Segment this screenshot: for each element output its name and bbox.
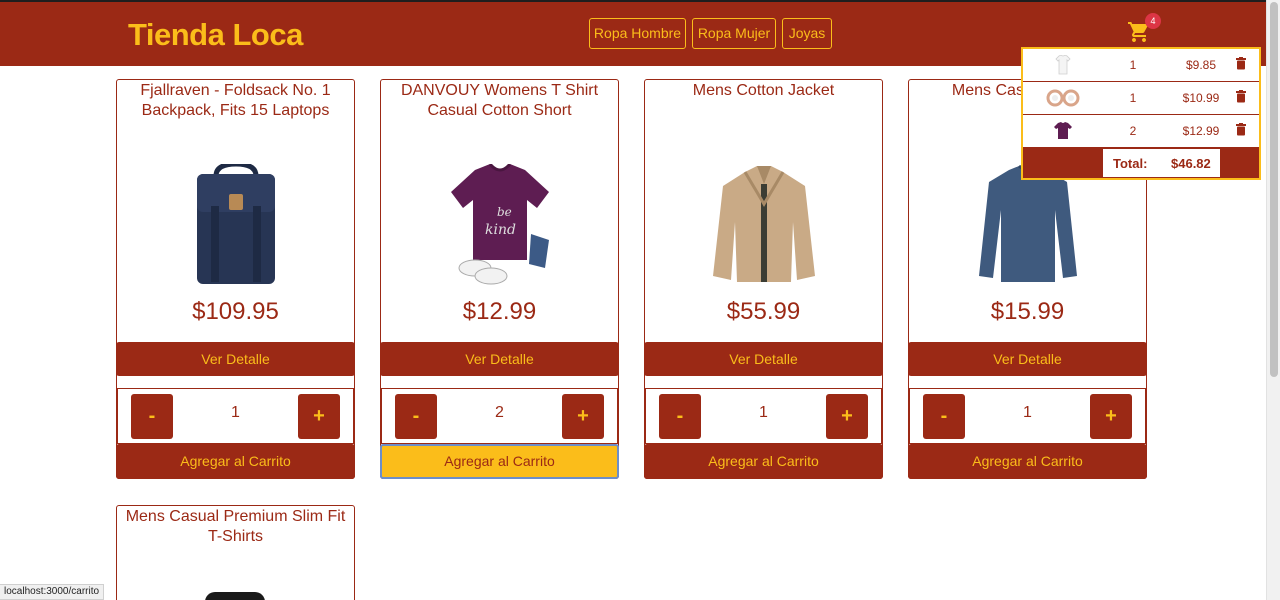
cart-item-qty: 1 [1129,58,1137,72]
quantity-stepper: - 1 + [645,388,882,444]
add-to-cart-button[interactable]: Agregar al Carrito [116,444,355,479]
trash-icon[interactable] [1235,90,1247,103]
purple-shirt-thumb [1054,122,1072,139]
nav-joyas[interactable]: Joyas [782,18,832,49]
long-sleeve-shirt-image [978,164,1077,282]
cart-item-thumbnail [1043,54,1083,76]
cart-item-row: 1 $10.99 [1023,82,1259,115]
product-title: Fjallraven - Foldsack No. 1 Backpack, Fi… [140,82,331,119]
page: Tienda Loca Ropa Hombre Ropa Mujer Joyas… [0,0,1280,600]
jacket-image [712,166,815,282]
increase-qty-button[interactable]: + [1090,394,1132,439]
trash-icon[interactable] [1235,123,1247,136]
quantity-value: 1 [759,404,768,421]
cart-item-qty: 1 [1129,91,1137,105]
tshirt-image: be kind [450,164,549,285]
cart-total-bar: Total: $46.82 [1023,148,1259,178]
decrease-qty-button[interactable]: - [131,394,173,439]
cart-item-qty: 2 [1129,124,1137,138]
cart-total: Total: $46.82 [1103,149,1220,177]
cart-item-price: $12.99 [1182,124,1220,138]
increase-qty-button[interactable]: + [298,394,340,439]
increase-qty-button[interactable]: + [826,394,868,439]
product-card: Mens Cotton Jacket $55.99 Ver Detalle - … [644,79,883,479]
product-title: DANVOUY Womens T Shirt Casual Cotton Sho… [400,82,599,119]
view-detail-button[interactable]: Ver Detalle [116,342,355,376]
rings-thumb [1046,89,1080,107]
product-card: Fjallraven - Foldsack No. 1 Backpack, Fi… [116,79,355,479]
quantity-stepper: - 1 + [909,388,1146,444]
brand-logo[interactable]: Tienda Loca [128,17,303,53]
cart-item-row: 1 $9.85 [1023,49,1259,82]
quantity-value: 2 [495,404,504,421]
product-price: $15.99 [990,298,1065,325]
total-label: Total: [1113,156,1148,171]
product-card: Mens Casual Premium Slim Fit T-Shirts [116,505,355,600]
product-image[interactable] [645,160,882,290]
cart-item-price: $10.99 [1182,91,1220,105]
backpack-image [196,164,275,284]
status-bar-url: localhost:3000/carrito [0,584,105,600]
quantity-value: 1 [1023,404,1032,421]
cart-item-thumbnail [1043,120,1083,142]
quantity-stepper: - 2 + [381,388,618,444]
decrease-qty-button[interactable]: - [395,394,437,439]
svg-text:kind: kind [485,222,516,238]
product-price: $55.99 [726,298,801,325]
add-to-cart-button[interactable]: Agregar al Carrito [380,444,619,479]
product-title: Mens Cotton Jacket [692,82,835,99]
add-to-cart-button[interactable]: Agregar al Carrito [908,444,1147,479]
product-price: $109.95 [192,298,279,325]
cart-item-thumbnail [1043,87,1083,109]
product-title: Mens Casual Premium Slim Fit T-Shirts [125,508,346,545]
view-detail-button[interactable]: Ver Detalle [380,342,619,376]
scrollbar-thumb[interactable] [1270,2,1278,377]
product-image[interactable] [205,592,265,600]
add-to-cart-button[interactable]: Agregar al Carrito [644,444,883,479]
product-image[interactable]: be kind [381,160,618,290]
nav-ropa-mujer[interactable]: Ropa Mujer [692,18,776,49]
quantity-stepper: - 1 + [117,388,354,444]
product-price: $12.99 [462,298,537,325]
white-shirt-thumb [1055,55,1071,75]
decrease-qty-button[interactable]: - [659,394,701,439]
svg-text:be: be [497,205,512,219]
view-detail-button[interactable]: Ver Detalle [644,342,883,376]
product-image[interactable] [117,160,354,290]
view-detail-button[interactable]: Ver Detalle [908,342,1147,376]
vertical-scrollbar[interactable] [1266,0,1280,600]
total-value: $46.82 [1171,156,1211,171]
cart-item-row: 2 $12.99 [1023,115,1259,148]
decrease-qty-button[interactable]: - [923,394,965,439]
quantity-value: 1 [231,404,240,421]
cart-item-price: $9.85 [1185,58,1217,72]
nav-ropa-hombre[interactable]: Ropa Hombre [589,18,686,49]
cart-dropdown: 1 $9.85 1 $10.99 2 $12.99 Total: $46.82 [1021,47,1261,180]
increase-qty-button[interactable]: + [562,394,604,439]
product-card: DANVOUY Womens T Shirt Casual Cotton Sho… [380,79,619,479]
cart-count-badge: 4 [1145,13,1161,29]
trash-icon[interactable] [1235,57,1247,70]
